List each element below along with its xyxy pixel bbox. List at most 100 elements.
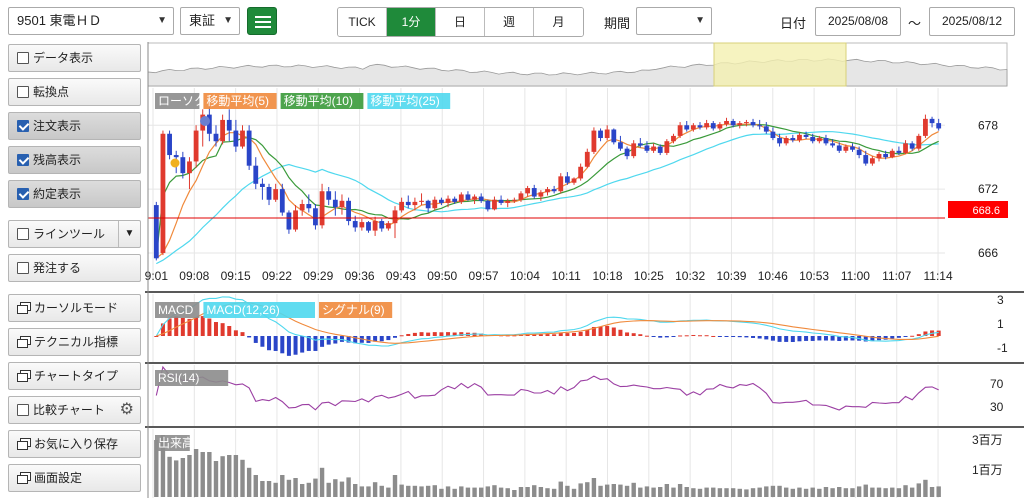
candle-body	[611, 129, 617, 143]
macd-bar	[167, 318, 172, 336]
candle-body	[187, 161, 192, 174]
tab-day[interactable]: 日	[436, 8, 485, 36]
data-display-toggle[interactable]: データ表示	[8, 44, 141, 72]
candle-body	[332, 199, 338, 208]
chevron-down-icon[interactable]: ▼	[118, 221, 140, 247]
volume-bar	[313, 478, 318, 497]
candle	[465, 191, 471, 201]
macd-bar	[572, 332, 577, 336]
candle-body	[339, 200, 345, 208]
candle-body	[843, 146, 849, 151]
date-from-input[interactable]: 2025/08/08	[815, 7, 901, 36]
macd-bar	[790, 336, 795, 342]
checkbox[interactable]	[17, 52, 29, 64]
stock-chart[interactable]: 668.6 678 672 666 09:01 09:08 09:15 09:22 09:2…	[145, 42, 1024, 498]
candle-body	[797, 134, 802, 141]
macd-bar	[280, 336, 285, 354]
volume-bar	[750, 488, 756, 497]
macd-bar	[751, 336, 756, 338]
checkbox[interactable]	[17, 228, 29, 240]
volume-bar	[711, 487, 716, 497]
screen-settings-button[interactable]: 画面設定	[8, 464, 141, 492]
technical-indicator-button[interactable]: テクニカル指標	[8, 328, 141, 356]
candle	[770, 127, 776, 141]
volume-bar	[585, 482, 590, 497]
checkbox-checked[interactable]	[17, 120, 29, 132]
x-tick-label: 09:43	[386, 269, 416, 283]
volume-bar	[810, 487, 815, 497]
tab-tick[interactable]: TICK	[338, 8, 387, 36]
execution-marker[interactable]	[170, 158, 180, 168]
volume-bar	[379, 485, 384, 497]
volume-bar	[551, 488, 557, 497]
candle	[604, 125, 610, 141]
sidebar-item-label: 転換点	[33, 85, 70, 99]
candle	[472, 194, 477, 205]
x-tick-label: 09:08	[179, 269, 209, 283]
checkbox-checked[interactable]	[17, 154, 29, 166]
volume-bar	[538, 487, 544, 497]
macd-bar	[896, 336, 901, 338]
macd-bar	[247, 336, 252, 338]
volume-bar	[929, 487, 935, 497]
candle	[551, 185, 557, 194]
line-tool-toggle[interactable]: ラインツール ▼	[8, 220, 141, 248]
order-display-toggle[interactable]: 注文表示	[8, 112, 141, 140]
cursor-mode-button[interactable]: カーソルモード	[8, 294, 141, 322]
volume-bars	[154, 435, 941, 497]
volume-bar	[445, 486, 451, 497]
date-label: 日付	[780, 16, 807, 31]
candle-body	[180, 157, 186, 174]
market-select[interactable]: 東証 ▼	[180, 7, 240, 35]
volume-bar	[896, 488, 902, 497]
x-tick-label: 10:46	[758, 269, 788, 283]
chevron-down-icon: ▼	[223, 15, 233, 26]
checkbox-checked[interactable]	[17, 188, 29, 200]
candle-body	[399, 201, 405, 211]
volume-bar	[472, 487, 477, 497]
candle-body	[724, 120, 729, 125]
candle	[385, 221, 391, 231]
macd-bar	[784, 336, 789, 342]
turning-point-toggle[interactable]: 転換点	[8, 78, 141, 106]
volume-bar	[856, 486, 862, 497]
candle	[571, 177, 577, 185]
order-marker[interactable]	[200, 116, 210, 126]
tab-1min[interactable]: 1分	[387, 8, 436, 36]
gear-icon[interactable]: ⚙	[120, 401, 134, 419]
volume-bar	[598, 485, 603, 497]
compare-chart-toggle[interactable]: 比較チャート ⚙	[8, 396, 141, 424]
macd-bar	[804, 336, 809, 341]
main-legend: ローソク 移動平均(5) 移動平均(10) 移動平均(25)	[155, 93, 451, 109]
tab-month[interactable]: 月	[534, 8, 583, 36]
candle-body	[744, 122, 749, 124]
balance-display-toggle[interactable]: 残高表示	[8, 146, 141, 174]
macd-bar	[233, 330, 238, 336]
volume-bar	[319, 467, 325, 497]
place-order-toggle[interactable]: 発注する	[8, 254, 141, 282]
x-tick-label: 09:36	[345, 269, 375, 283]
y-tick-label: 30	[990, 400, 1004, 414]
symbol-select[interactable]: 9501 東電ＨＤ ▼	[8, 7, 174, 35]
candle-body	[525, 188, 531, 194]
period-select[interactable]: ▼	[636, 7, 712, 35]
candle-body	[783, 138, 789, 144]
list-icon	[255, 16, 271, 18]
date-to-input[interactable]: 2025/08/12	[929, 7, 1015, 36]
candle	[478, 193, 484, 203]
overview-range-selector[interactable]	[713, 42, 847, 87]
tab-week[interactable]: 週	[485, 8, 534, 36]
macd-bar	[704, 335, 709, 337]
volume-bar	[764, 486, 769, 497]
checkbox[interactable]	[17, 404, 29, 416]
list-menu-button[interactable]	[247, 7, 277, 35]
checkbox[interactable]	[17, 86, 29, 98]
chart-type-button[interactable]: チャートタイプ	[8, 362, 141, 390]
candle	[220, 114, 226, 145]
candle-body	[697, 125, 703, 128]
checkbox[interactable]	[17, 262, 29, 274]
candle	[399, 197, 405, 213]
execution-display-toggle[interactable]: 約定表示	[8, 180, 141, 208]
save-favorite-button[interactable]: お気に入り保存	[8, 430, 141, 458]
volume-bar	[359, 486, 365, 497]
